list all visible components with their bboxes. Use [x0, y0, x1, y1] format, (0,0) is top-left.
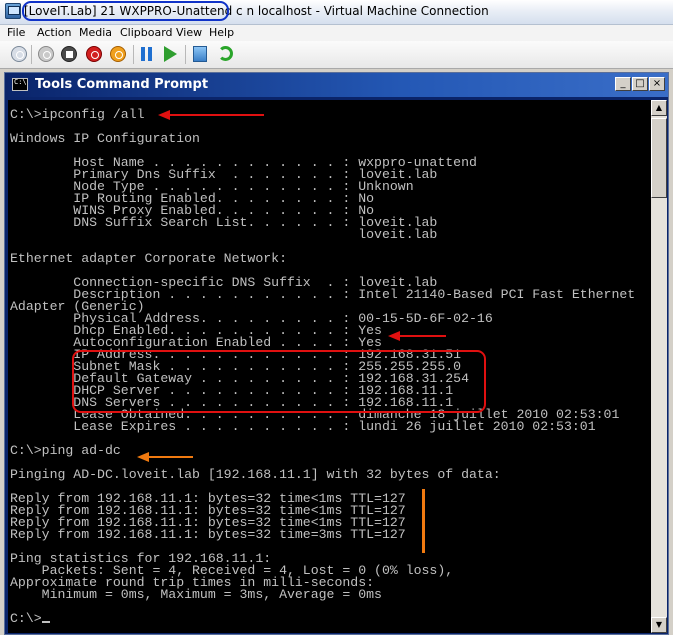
vm-toolbar [0, 41, 673, 69]
console-line: C:\>ping ad-dc [10, 443, 121, 458]
command-prompt-window: Tools Command Prompt _ □ × C:\>ipconfig … [4, 72, 669, 635]
revert-icon[interactable] [218, 46, 233, 61]
toolbar-separator [133, 45, 134, 64]
text-cursor [41, 621, 50, 623]
console-output-area[interactable]: C:\>ipconfig /all Windows IP Configurati… [8, 100, 651, 633]
console-line: Ethernet adapter Corporate Network: [10, 251, 287, 266]
menu-help[interactable]: Help [209, 26, 234, 39]
console-scrollbar[interactable]: ▲ ▼ [651, 100, 667, 633]
pause-icon[interactable] [141, 47, 153, 61]
menu-media[interactable]: Media [79, 26, 112, 39]
stop-icon[interactable] [61, 46, 77, 62]
command-prompt-icon [12, 78, 28, 91]
console-line: Reply from 192.168.11.1: bytes=32 time=3… [10, 527, 406, 542]
console-line: Pinging AD-DC.loveit.lab [192.168.11.1] … [10, 467, 501, 482]
menu-file[interactable]: File [7, 26, 25, 39]
menu-action[interactable]: Action [37, 26, 71, 39]
minimize-button[interactable]: _ [615, 77, 631, 91]
scroll-up-icon[interactable]: ▲ [651, 100, 667, 116]
maximize-button[interactable]: □ [632, 77, 648, 91]
menu-clipboard[interactable]: Clipboard [120, 26, 173, 39]
console-line: loveit.lab [10, 227, 438, 242]
menu-bar: File Action Media Clipboard View Help [0, 25, 673, 41]
console-line: Lease Expires . . . . . . . . . . : lund… [10, 419, 596, 434]
save-state-icon[interactable] [110, 46, 126, 62]
console-title-bar[interactable]: Tools Command Prompt _ □ × [5, 73, 668, 97]
toolbar-separator [31, 45, 32, 64]
menu-view[interactable]: View [176, 26, 202, 39]
toolbar-separator [185, 45, 186, 64]
virtual-machine-icon [5, 3, 21, 19]
console-line: Windows IP Configuration [10, 131, 200, 146]
scroll-thumb[interactable] [651, 118, 667, 198]
vm-title-bar[interactable]: [LoveIT.Lab] 21 WXPPRO-Unattend c n loca… [0, 0, 673, 25]
console-text: C:\>ipconfig /all Windows IP Configurati… [10, 107, 635, 626]
start-icon[interactable] [164, 46, 177, 62]
console-title: Tools Command Prompt [35, 77, 209, 92]
vm-window-title: [LoveIT.Lab] 21 WXPPRO-Unattend c n loca… [24, 4, 489, 18]
shutdown-icon[interactable] [86, 46, 102, 62]
console-line: C:\>ipconfig /all [10, 107, 145, 122]
console-line: Minimum = 0ms, Maximum = 3ms, Average = … [10, 587, 382, 602]
ctrl-alt-del-icon[interactable] [11, 46, 27, 62]
scroll-down-icon[interactable]: ▼ [651, 617, 667, 633]
snapshot-icon[interactable] [193, 46, 207, 62]
close-button[interactable]: × [649, 77, 665, 91]
turn-off-icon[interactable] [38, 46, 54, 62]
console-line: C:\> [10, 611, 42, 626]
